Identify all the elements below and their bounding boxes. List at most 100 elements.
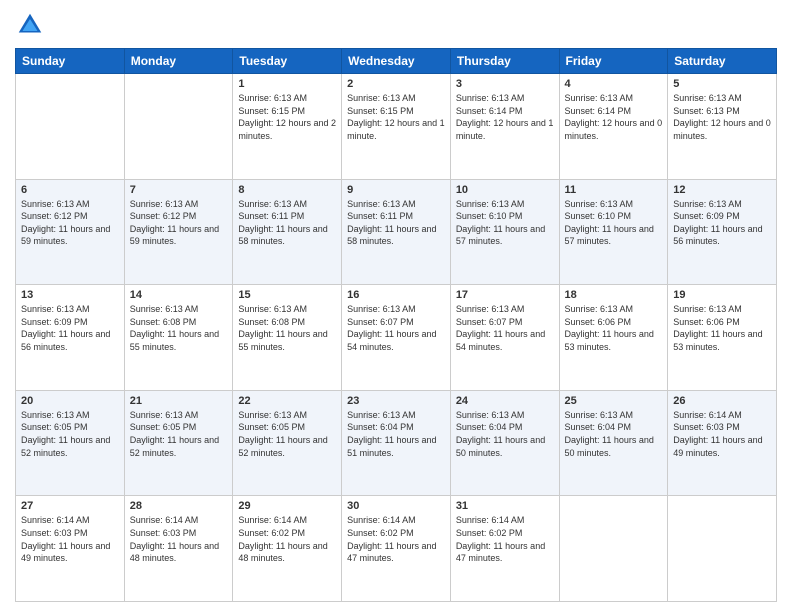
day-number: 29: [238, 500, 336, 512]
calendar-cell: 23 Sunrise: 6:13 AMSunset: 6:04 PMDayligh…: [342, 390, 451, 496]
day-number: 7: [130, 184, 228, 196]
day-info: Sunrise: 6:13 AMSunset: 6:10 PMDaylight:…: [565, 198, 663, 248]
calendar-cell: 19Sunrise: 6:13 AMSunset: 6:06 PMDayligh…: [668, 285, 777, 391]
calendar-cell: 12 Sunrise: 6:13 AMSunset: 6:09 PMDayligh…: [668, 179, 777, 285]
day-info: Sunrise: 6:13 AMSunset: 6:15 PMDaylight:…: [347, 92, 445, 142]
day-number: 21: [130, 395, 228, 407]
day-number: 11: [565, 184, 663, 196]
calendar-cell: 30 Sunrise: 6:14 AMSunset: 6:02 PMDayligh…: [342, 496, 451, 602]
day-header-saturday: Saturday: [668, 49, 777, 74]
day-header-tuesday: Tuesday: [233, 49, 342, 74]
calendar-table: SundayMondayTuesdayWednesdayThursdayFrid…: [15, 48, 777, 602]
day-info: Sunrise: 6:14 AMSunset: 6:03 PMDaylight:…: [130, 514, 228, 564]
day-number: 15: [238, 289, 336, 301]
day-header-friday: Friday: [559, 49, 668, 74]
calendar-header-row: SundayMondayTuesdayWednesdayThursdayFrid…: [16, 49, 777, 74]
calendar-cell: 13 Sunrise: 6:13 AMSunset: 6:09 PMDayligh…: [16, 285, 125, 391]
day-info: Sunrise: 6:14 AMSunset: 6:02 PMDaylight:…: [238, 514, 336, 564]
day-number: 31: [456, 500, 554, 512]
calendar-cell: [559, 496, 668, 602]
calendar-week-2: 6 Sunrise: 6:13 AMSunset: 6:12 PMDaylight…: [16, 179, 777, 285]
day-number: 14: [130, 289, 228, 301]
day-number: 28: [130, 500, 228, 512]
day-info: Sunrise: 6:13 AMSunset: 6:08 PMDaylight:…: [130, 303, 228, 353]
header: [15, 10, 777, 40]
day-number: 24: [456, 395, 554, 407]
day-info: Sunrise: 6:13 AMSunset: 6:11 PMDaylight:…: [347, 198, 445, 248]
calendar-cell: 14 Sunrise: 6:13 AMSunset: 6:08 PMDayligh…: [124, 285, 233, 391]
calendar-cell: 3 Sunrise: 6:13 AMSunset: 6:14 PMDaylight…: [450, 74, 559, 180]
calendar-cell: 16 Sunrise: 6:13 AMSunset: 6:07 PMDayligh…: [342, 285, 451, 391]
day-number: 3: [456, 78, 554, 90]
calendar-cell: 4 Sunrise: 6:13 AMSunset: 6:14 PMDaylight…: [559, 74, 668, 180]
day-number: 1: [238, 78, 336, 90]
calendar-cell: 8 Sunrise: 6:13 AMSunset: 6:11 PMDaylight…: [233, 179, 342, 285]
day-info: Sunrise: 6:14 AMSunset: 6:02 PMDaylight:…: [347, 514, 445, 564]
logo-icon: [15, 10, 45, 40]
calendar-cell: 1Sunrise: 6:13 AMSunset: 6:15 PMDaylight…: [233, 74, 342, 180]
day-info: Sunrise: 6:13 AMSunset: 6:10 PMDaylight:…: [456, 198, 554, 248]
day-info: Sunrise: 6:13 AMSunset: 6:05 PMDaylight:…: [130, 409, 228, 459]
day-info: Sunrise: 6:13 AMSunset: 6:08 PMDaylight:…: [238, 303, 336, 353]
calendar-cell: 31 Sunrise: 6:14 AMSunset: 6:02 PMDayligh…: [450, 496, 559, 602]
day-number: 17: [456, 289, 554, 301]
day-info: Sunrise: 6:13 AMSunset: 6:12 PMDaylight:…: [21, 198, 119, 248]
day-number: 10: [456, 184, 554, 196]
day-header-monday: Monday: [124, 49, 233, 74]
day-info: Sunrise: 6:13 AMSunset: 6:09 PMDaylight:…: [21, 303, 119, 353]
day-number: 9: [347, 184, 445, 196]
day-info: Sunrise: 6:14 AMSunset: 6:02 PMDaylight:…: [456, 514, 554, 564]
day-number: 22: [238, 395, 336, 407]
calendar-cell: 11 Sunrise: 6:13 AMSunset: 6:10 PMDayligh…: [559, 179, 668, 285]
day-number: 18: [565, 289, 663, 301]
calendar-cell: 29 Sunrise: 6:14 AMSunset: 6:02 PMDayligh…: [233, 496, 342, 602]
logo: [15, 10, 49, 40]
day-info: Sunrise: 6:13 AMSunset: 6:04 PMDaylight:…: [347, 409, 445, 459]
day-number: 6: [21, 184, 119, 196]
calendar-cell: 17Sunrise: 6:13 AMSunset: 6:07 PMDayligh…: [450, 285, 559, 391]
day-number: 25: [565, 395, 663, 407]
day-info: Sunrise: 6:13 AMSunset: 6:12 PMDaylight:…: [130, 198, 228, 248]
day-info: Sunrise: 6:13 AMSunset: 6:05 PMDaylight:…: [238, 409, 336, 459]
day-info: Sunrise: 6:13 AMSunset: 6:11 PMDaylight:…: [238, 198, 336, 248]
calendar-cell: 5 Sunrise: 6:13 AMSunset: 6:13 PMDaylight…: [668, 74, 777, 180]
day-info: Sunrise: 6:13 AMSunset: 6:05 PMDaylight:…: [21, 409, 119, 459]
day-number: 8: [238, 184, 336, 196]
day-number: 5: [673, 78, 771, 90]
calendar-cell: 2 Sunrise: 6:13 AMSunset: 6:15 PMDaylight…: [342, 74, 451, 180]
day-number: 4: [565, 78, 663, 90]
day-number: 30: [347, 500, 445, 512]
day-header-thursday: Thursday: [450, 49, 559, 74]
calendar-cell: 7 Sunrise: 6:13 AMSunset: 6:12 PMDaylight…: [124, 179, 233, 285]
day-number: 13: [21, 289, 119, 301]
calendar-cell: [668, 496, 777, 602]
page: SundayMondayTuesdayWednesdayThursdayFrid…: [0, 0, 792, 612]
calendar-cell: 6 Sunrise: 6:13 AMSunset: 6:12 PMDaylight…: [16, 179, 125, 285]
day-number: 26: [673, 395, 771, 407]
day-number: 27: [21, 500, 119, 512]
day-info: Sunrise: 6:13 AMSunset: 6:06 PMDaylight:…: [565, 303, 663, 353]
day-info: Sunrise: 6:13 AMSunset: 6:09 PMDaylight:…: [673, 198, 771, 248]
calendar-cell: 21 Sunrise: 6:13 AMSunset: 6:05 PMDayligh…: [124, 390, 233, 496]
calendar-cell: [16, 74, 125, 180]
day-number: 16: [347, 289, 445, 301]
calendar-cell: 26Sunrise: 6:14 AMSunset: 6:03 PMDayligh…: [668, 390, 777, 496]
day-info: Sunrise: 6:13 AMSunset: 6:13 PMDaylight:…: [673, 92, 771, 142]
day-info: Sunrise: 6:13 AMSunset: 6:04 PMDaylight:…: [565, 409, 663, 459]
day-info: Sunrise: 6:13 AMSunset: 6:07 PMDaylight:…: [347, 303, 445, 353]
day-number: 12: [673, 184, 771, 196]
day-number: 23: [347, 395, 445, 407]
day-number: 19: [673, 289, 771, 301]
calendar-cell: 22 Sunrise: 6:13 AMSunset: 6:05 PMDayligh…: [233, 390, 342, 496]
day-number: 2: [347, 78, 445, 90]
calendar-cell: 28 Sunrise: 6:14 AMSunset: 6:03 PMDayligh…: [124, 496, 233, 602]
day-number: 20: [21, 395, 119, 407]
day-info: Sunrise: 6:13 AMSunset: 6:14 PMDaylight:…: [456, 92, 554, 142]
calendar-cell: 18 Sunrise: 6:13 AMSunset: 6:06 PMDayligh…: [559, 285, 668, 391]
calendar-cell: 15 Sunrise: 6:13 AMSunset: 6:08 PMDayligh…: [233, 285, 342, 391]
calendar-cell: 24Sunrise: 6:13 AMSunset: 6:04 PMDayligh…: [450, 390, 559, 496]
calendar-cell: [124, 74, 233, 180]
calendar-cell: 20 Sunrise: 6:13 AMSunset: 6:05 PMDayligh…: [16, 390, 125, 496]
day-header-wednesday: Wednesday: [342, 49, 451, 74]
day-info: Sunrise: 6:13 AMSunset: 6:14 PMDaylight:…: [565, 92, 663, 142]
